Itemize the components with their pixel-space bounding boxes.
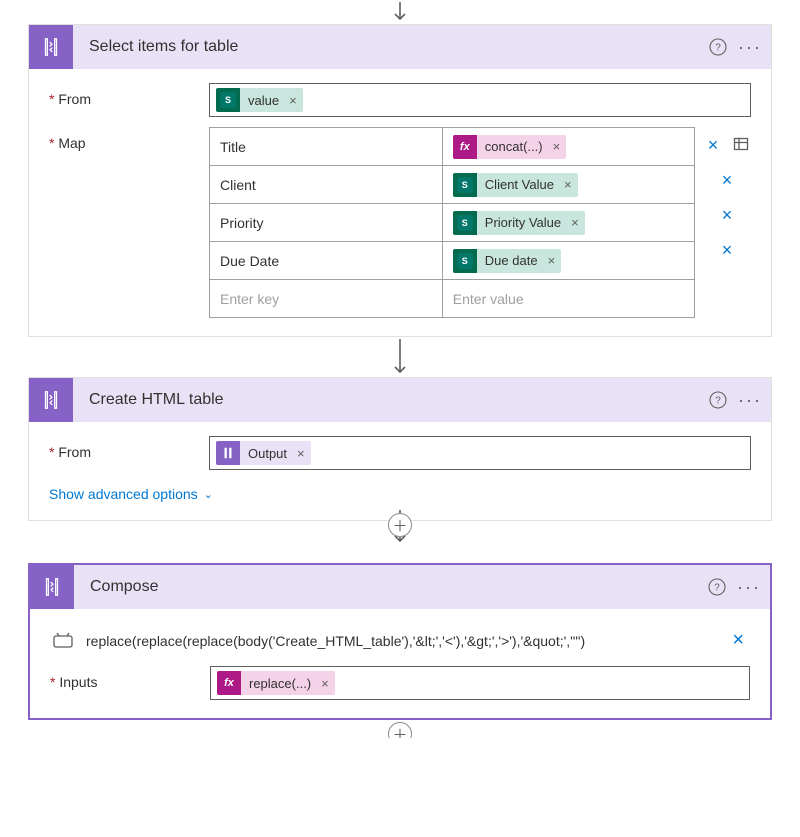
data-operations-small-icon <box>216 441 240 465</box>
from-label: From <box>49 83 209 107</box>
map-value-input[interactable]: SPriority Value× <box>443 205 694 241</box>
expression-preview: replace(replace(replace(body('Create_HTM… <box>50 623 750 666</box>
token-value[interactable]: S value × <box>216 88 303 112</box>
from-label: From <box>49 436 209 460</box>
map-value-input[interactable]: Enter value <box>443 285 694 313</box>
remove-token-icon[interactable]: × <box>551 139 567 154</box>
map-row: Priority SPriority Value× <box>210 204 695 242</box>
more-icon[interactable]: ··· <box>741 38 759 56</box>
fx-icon: fx <box>453 135 477 159</box>
delete-row-icon[interactable]: × <box>719 170 735 191</box>
more-icon[interactable]: ··· <box>741 391 759 409</box>
action-card-select: Select items for table ? ··· From S valu… <box>28 24 772 337</box>
remove-token-icon[interactable]: × <box>562 177 578 192</box>
sharepoint-icon: S <box>216 88 240 112</box>
switch-mode-icon[interactable] <box>733 136 749 155</box>
delete-row-icon[interactable]: × <box>705 135 721 156</box>
map-table: Title fxconcat(...)× Client SClient Value× P… <box>209 127 695 318</box>
map-key-input[interactable]: Enter key <box>210 285 442 313</box>
connector-arrow <box>28 0 772 24</box>
arrow-down-icon <box>392 339 408 375</box>
sharepoint-icon: S <box>453 249 477 273</box>
token[interactable]: SPriority Value× <box>453 211 585 235</box>
map-value-input[interactable]: SClient Value× <box>443 167 694 203</box>
svg-text:?: ? <box>715 43 721 54</box>
delete-row-icon[interactable]: × <box>719 240 735 261</box>
show-advanced-link[interactable]: Show advanced options ⌄ <box>49 486 213 502</box>
token-output[interactable]: Output × <box>216 441 311 465</box>
expression-icon <box>52 632 74 650</box>
map-row-new: Enter keyEnter value <box>210 280 695 318</box>
from-input[interactable]: S value × <box>209 83 751 117</box>
card-header[interactable]: Select items for table ? ··· <box>29 25 771 69</box>
delete-row-icon[interactable]: × <box>719 205 735 226</box>
map-key-input[interactable]: Client <box>210 171 442 199</box>
remove-token-icon[interactable]: × <box>546 253 562 268</box>
card-header[interactable]: Compose ? ··· <box>30 565 770 609</box>
action-card-html-table: Create HTML table ? ··· From Output × <box>28 377 772 521</box>
from-input[interactable]: Output × <box>209 436 751 470</box>
help-icon[interactable]: ? <box>708 578 726 596</box>
arrow-down-icon <box>392 2 408 22</box>
chevron-down-icon: ⌄ <box>204 488 213 501</box>
clear-expression-icon[interactable]: × <box>732 629 748 652</box>
remove-token-icon[interactable]: × <box>319 676 335 691</box>
card-title: Select items for table <box>73 38 709 56</box>
map-value-input[interactable]: SDue date× <box>443 243 694 279</box>
map-label: Map <box>49 127 209 151</box>
add-step-between: ＋ <box>28 521 772 551</box>
add-step-button[interactable]: ＋ <box>388 513 412 537</box>
token-replace[interactable]: fx replace(...) × <box>217 671 335 695</box>
connector-arrow <box>28 337 772 377</box>
token[interactable]: fxconcat(...)× <box>453 135 566 159</box>
data-operations-icon <box>30 565 74 609</box>
fx-icon: fx <box>217 671 241 695</box>
inputs-label: Inputs <box>50 666 210 690</box>
map-row: Client SClient Value× <box>210 166 695 204</box>
token[interactable]: SDue date× <box>453 249 561 273</box>
data-operations-icon <box>29 378 73 422</box>
flow-canvas: Select items for table ? ··· From S valu… <box>0 0 800 738</box>
svg-text:?: ? <box>714 583 720 594</box>
card-title: Create HTML table <box>73 391 709 409</box>
map-row: Title fxconcat(...)× <box>210 128 695 166</box>
data-operations-icon <box>29 25 73 69</box>
map-key-input[interactable]: Due Date <box>210 247 442 275</box>
token[interactable]: SClient Value× <box>453 173 578 197</box>
map-value-input[interactable]: fxconcat(...)× <box>443 129 694 165</box>
svg-text:?: ? <box>715 396 721 407</box>
remove-token-icon[interactable]: × <box>295 446 311 461</box>
map-key-input[interactable]: Title <box>210 133 442 161</box>
map-row: Due Date SDue date× <box>210 242 695 280</box>
action-card-compose: Compose ? ··· replace(replace(replace(bo… <box>28 563 772 720</box>
add-step-bottom: ＋ <box>28 720 772 738</box>
more-icon[interactable]: ··· <box>740 578 758 596</box>
sharepoint-icon: S <box>453 173 477 197</box>
help-icon[interactable]: ? <box>709 391 727 409</box>
expression-text: replace(replace(replace(body('Create_HTM… <box>86 633 720 649</box>
add-step-button[interactable]: ＋ <box>388 722 412 738</box>
help-icon[interactable]: ? <box>709 38 727 56</box>
inputs-input[interactable]: fx replace(...) × <box>210 666 750 700</box>
remove-token-icon[interactable]: × <box>287 93 303 108</box>
card-title: Compose <box>74 578 708 596</box>
card-header[interactable]: Create HTML table ? ··· <box>29 378 771 422</box>
remove-token-icon[interactable]: × <box>569 215 585 230</box>
map-key-input[interactable]: Priority <box>210 209 442 237</box>
sharepoint-icon: S <box>453 211 477 235</box>
